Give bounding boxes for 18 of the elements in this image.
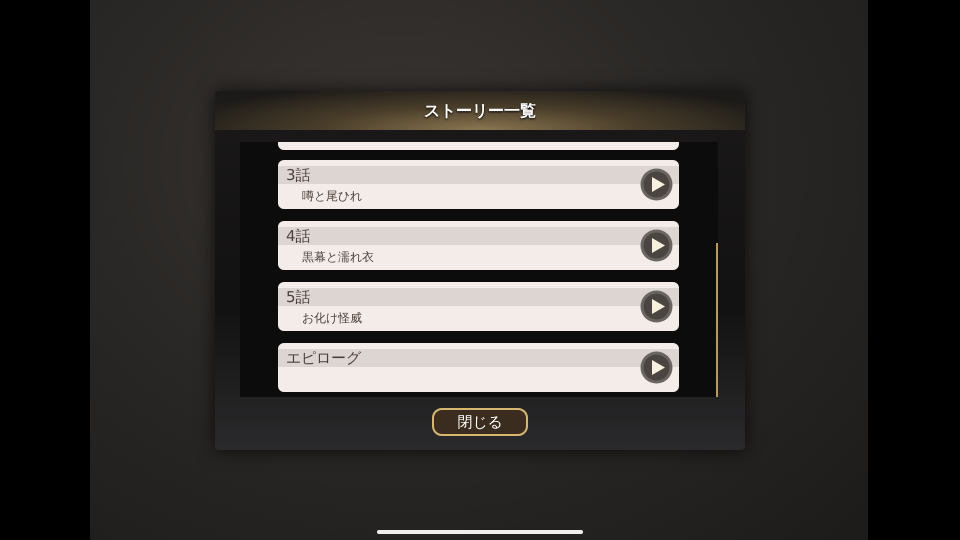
close-button[interactable]: 閉じる [432, 408, 528, 436]
play-icon[interactable] [640, 290, 673, 323]
story-item[interactable]: 3話 噂と尾ひれ [278, 160, 679, 209]
episode-title: 3話 [286, 165, 311, 186]
episode-title: エピローグ [286, 348, 361, 369]
story-item[interactable]: エピローグ [278, 343, 679, 392]
dialog-title: ストーリー一覧 [424, 100, 536, 122]
scrollbar-thumb[interactable] [716, 243, 718, 397]
episode-subtitle: 黒幕と濡れ衣 [302, 249, 374, 266]
play-icon[interactable] [640, 229, 673, 262]
episode-subtitle: 噂と尾ひれ [302, 188, 362, 205]
play-icon[interactable] [640, 168, 673, 201]
episode-title: 4話 [286, 226, 311, 247]
story-item[interactable]: 4話 黒幕と濡れ衣 [278, 221, 679, 270]
play-icon[interactable] [640, 351, 673, 384]
episode-title: 5話 [286, 287, 311, 308]
story-item[interactable]: 5話 お化け怪威 [278, 282, 679, 331]
episode-subtitle: お化け怪威 [302, 310, 362, 327]
